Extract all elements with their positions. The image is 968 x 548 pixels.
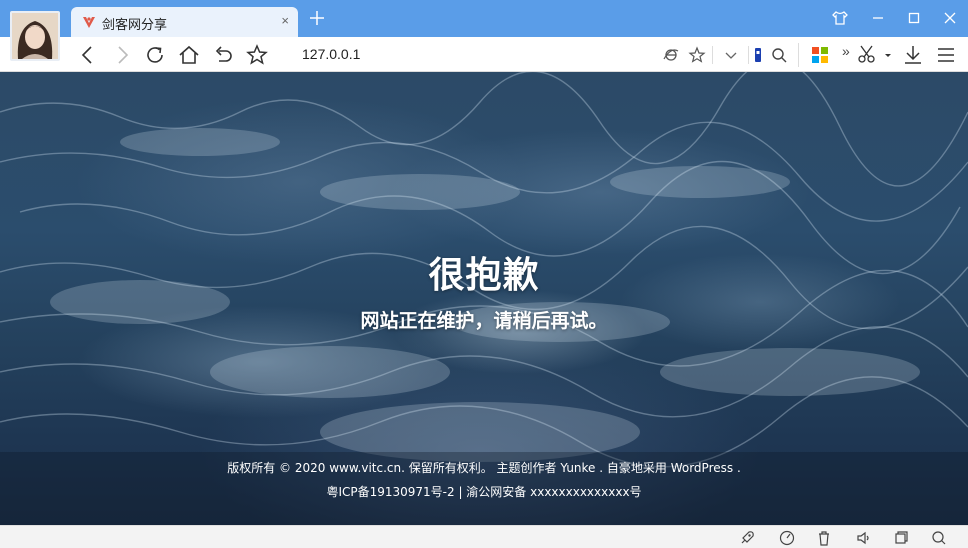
toolbar-divider	[712, 46, 713, 64]
tab-title: 剑客网分享	[102, 18, 168, 33]
chevron-down-icon[interactable]	[722, 43, 740, 67]
user-avatar[interactable]	[10, 11, 60, 61]
search-icon[interactable]	[770, 43, 788, 67]
screenshot-scissors-icon[interactable]	[857, 43, 877, 67]
forward-arrow-icon[interactable]	[110, 43, 134, 67]
favorite-star-icon[interactable]	[245, 43, 269, 67]
footer-copyright: 版权所有 © 2020 www.vitc.cn. 保留所有权利。 主题创作者 Y…	[227, 461, 741, 475]
zoom-search-icon[interactable]	[930, 529, 948, 547]
refresh-icon[interactable]	[143, 43, 167, 67]
home-icon[interactable]	[177, 43, 201, 67]
tab-close-button[interactable]: ×	[281, 13, 289, 28]
new-tab-button[interactable]	[306, 7, 328, 29]
speaker-icon[interactable]	[855, 529, 873, 547]
trash-icon[interactable]	[815, 529, 833, 547]
ie-compat-icon[interactable]	[662, 43, 680, 67]
more-extensions-button[interactable]: »	[842, 43, 854, 67]
download-icon[interactable]	[901, 43, 925, 67]
maintenance-page: 很抱歉 网站正在维护，请稍后再试。 版权所有 © 2020 www.vitc.c…	[0, 72, 968, 525]
site-favicon-icon	[81, 14, 97, 30]
tshirt-skin-icon[interactable]	[830, 8, 850, 28]
toolbar-divider	[798, 43, 799, 67]
apps-grid-icon[interactable]	[810, 43, 830, 67]
footer-icp-record[interactable]: 粤ICP备19130971号-2 | 渝公网安备 xxxxxxxxxxxxxx号	[0, 483, 968, 500]
status-bar	[0, 525, 968, 548]
close-icon[interactable]	[940, 8, 960, 28]
page-headline: 很抱歉	[428, 255, 540, 296]
undo-close-tab-icon[interactable]	[211, 43, 235, 67]
browser-tab[interactable]: 剑客网分享 ×	[71, 7, 298, 37]
maximize-icon[interactable]	[904, 8, 924, 28]
menu-icon[interactable]	[934, 43, 958, 67]
minimize-icon[interactable]	[868, 8, 888, 28]
browser-toolbar: 127.0.0.1 »	[0, 37, 968, 72]
toolbar-divider	[748, 46, 749, 64]
title-bar: 剑客网分享 ×	[0, 0, 968, 37]
ocean-background-image	[0, 72, 968, 525]
search-engine-logo-icon[interactable]	[752, 43, 764, 67]
speed-gauge-icon[interactable]	[778, 529, 796, 547]
scissors-dropdown-icon[interactable]	[882, 43, 894, 67]
address-bar[interactable]: 127.0.0.1	[302, 46, 360, 62]
page-message: 网站正在维护，请稍后再试。	[360, 310, 608, 332]
page-star-icon[interactable]	[688, 43, 706, 67]
back-arrow-icon[interactable]	[76, 43, 100, 67]
rocket-icon[interactable]	[738, 529, 756, 547]
window-restore-icon[interactable]	[892, 529, 910, 547]
